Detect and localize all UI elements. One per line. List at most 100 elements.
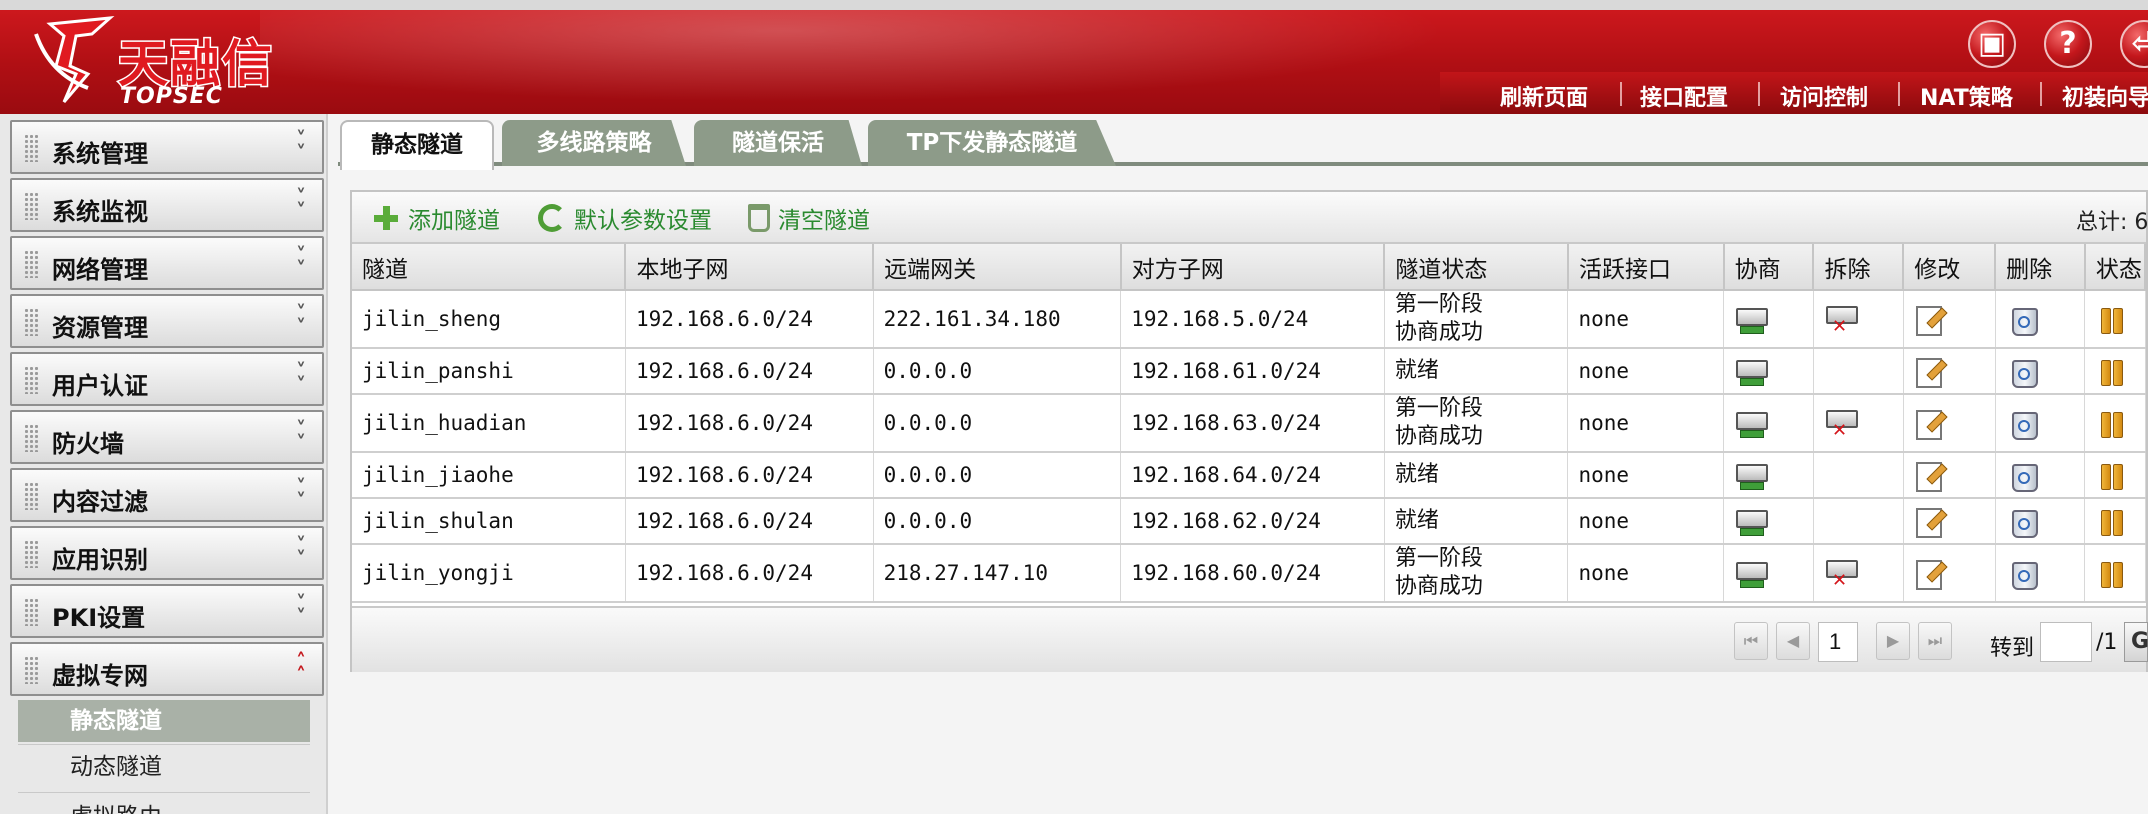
col-header-remote-gateway[interactable]: 远端网关 [873, 244, 1122, 291]
grip-icon [24, 598, 38, 626]
col-header-tunnel-status[interactable]: 隧道状态 [1384, 244, 1569, 291]
active-interface: none [1567, 452, 1725, 499]
table-row: jilin_yongji 192.168.6.0/24 218.27.147.1… [352, 544, 2146, 603]
page-number-input[interactable]: 1 [1818, 622, 1858, 662]
first-page-button[interactable]: ⏮ [1734, 622, 1768, 660]
go-button[interactable]: G [2124, 622, 2148, 662]
edit-icon[interactable] [1914, 460, 1948, 492]
tab-tunnel-keepalive[interactable]: 隧道保活 [694, 120, 862, 166]
status-line: 第一阶段 [1394, 292, 1483, 317]
sidebar-item-vpn[interactable]: 虚拟专网 ˄ ˄ [10, 642, 324, 696]
goto-page-input[interactable] [2040, 622, 2092, 662]
pause-icon[interactable] [2095, 408, 2129, 438]
sidebar-item-firewall[interactable]: 防火墙 ˅ ˅ [10, 410, 324, 464]
local-subnet: 192.168.6.0/24 [625, 290, 874, 349]
teardown-cell [1813, 452, 1904, 499]
sidebar-subitem-static-tunnel[interactable]: 静态隧道 [18, 700, 310, 742]
clear-tunnels-button[interactable]: 清空隧道 [748, 202, 870, 234]
local-subnet: 192.168.6.0/24 [625, 394, 874, 453]
col-header-peer-subnet[interactable]: 对方子网 [1120, 244, 1386, 291]
last-page-button[interactable]: ⏭ [1918, 622, 1952, 660]
modify-cell [1903, 498, 1996, 545]
tab-tp-static-tunnel[interactable]: TP下发静态隧道 [868, 120, 1116, 166]
default-params-button[interactable]: 默认参数设置 [538, 202, 712, 234]
nav-interface-config[interactable]: 接口配置 [1640, 80, 1728, 112]
col-header-tunnel[interactable]: 隧道 [352, 244, 627, 291]
nav-separator [1758, 82, 1760, 106]
sidebar-item-resource-management[interactable]: 资源管理 ˅ ˅ [10, 294, 324, 348]
delete-icon[interactable] [2006, 506, 2040, 538]
teardown-icon[interactable] [1824, 408, 1858, 441]
negotiate-icon[interactable] [1734, 356, 1769, 386]
logout-icon[interactable]: ⏎ [2120, 20, 2148, 68]
table-row: jilin_panshi 192.168.6.0/24 0.0.0.0 192.… [352, 348, 2146, 395]
teardown-icon[interactable] [1824, 304, 1858, 337]
refresh-icon [538, 204, 566, 232]
sidebar-item-user-auth[interactable]: 用户认证 ˅ ˅ [10, 352, 324, 406]
edit-icon[interactable] [1914, 304, 1948, 336]
sidebar-item-content-filter[interactable]: 内容过滤 ˅ ˅ [10, 468, 324, 522]
grip-icon [24, 656, 38, 684]
col-header-teardown: 拆除 [1813, 244, 1905, 291]
sidebar-item-pki-settings[interactable]: PKI设置 ˅ ˅ [10, 584, 324, 638]
sidebar-item-label: 内容过滤 [52, 488, 148, 516]
grip-icon [24, 192, 38, 220]
active-interface: none [1567, 544, 1725, 603]
sidebar-item-label: 应用识别 [52, 546, 148, 574]
delete-icon[interactable] [2006, 460, 2040, 492]
delete-icon[interactable] [2006, 408, 2040, 440]
nav-refresh-page[interactable]: 刷新页面 [1500, 80, 1588, 112]
local-subnet: 192.168.6.0/24 [625, 498, 874, 545]
modify-cell [1903, 544, 1996, 603]
delete-icon[interactable] [2006, 558, 2040, 590]
negotiate-icon[interactable] [1734, 460, 1769, 490]
pause-icon[interactable] [2095, 558, 2129, 588]
sidebar-item-system-management[interactable]: 系统管理 ˅ ˅ [10, 120, 324, 174]
nav-nat-policy[interactable]: NAT策略 [1920, 80, 2013, 112]
sidebar-subitem-dynamic-tunnel[interactable]: 动态隧道 [18, 746, 310, 788]
logo: 天融信 天融信 TOPSEC [30, 14, 290, 109]
prev-page-button[interactable]: ◀ [1776, 622, 1810, 660]
pause-icon[interactable] [2095, 304, 2129, 334]
col-header-local-subnet[interactable]: 本地子网 [625, 244, 875, 291]
sidebar-item-label: 系统监视 [52, 198, 148, 226]
save-icon[interactable]: ▣ [1968, 20, 2016, 68]
state-cell [2084, 394, 2146, 453]
sidebar-item-network-management[interactable]: 网络管理 ˅ ˅ [10, 236, 324, 290]
grip-icon [24, 366, 38, 394]
nav-access-control[interactable]: 访问控制 [1780, 80, 1868, 112]
help-icon[interactable]: ? [2044, 20, 2092, 68]
sidebar-item-app-identification[interactable]: 应用识别 ˅ ˅ [10, 526, 324, 580]
add-tunnel-button[interactable]: 添加隧道 [372, 202, 500, 234]
delete-icon[interactable] [2006, 304, 2040, 336]
col-header-active-interface[interactable]: 活跃接口 [1567, 244, 1725, 291]
edit-icon[interactable] [1914, 408, 1948, 440]
state-cell [2084, 290, 2146, 349]
active-interface: none [1567, 290, 1725, 349]
pause-icon[interactable] [2095, 356, 2129, 386]
tunnel-panel: 添加隧道 默认参数设置 清空隧道 总计: 6 隧道 本地子网 远端网关 对方子网… [350, 190, 2148, 672]
tab-multiline-policy[interactable]: 多线路策略 [502, 120, 686, 166]
delete-icon[interactable] [2006, 356, 2040, 388]
pause-icon[interactable] [2095, 460, 2129, 490]
negotiate-icon[interactable] [1734, 408, 1769, 438]
pause-icon[interactable] [2095, 506, 2129, 536]
nav-setup-wizard[interactable]: 初装向导 [2062, 80, 2148, 112]
negotiate-icon[interactable] [1734, 304, 1769, 334]
chevron-down-icon: ˅ ˅ [296, 591, 306, 629]
sidebar-subitem-virtual-router[interactable]: 虚拟路由 [18, 796, 310, 814]
negotiate-icon[interactable] [1734, 558, 1769, 588]
edit-icon[interactable] [1914, 558, 1948, 590]
teardown-icon[interactable] [1824, 558, 1858, 591]
next-page-button[interactable]: ▶ [1876, 622, 1910, 660]
remote-gateway: 218.27.147.10 [873, 544, 1122, 603]
modify-cell [1903, 290, 1996, 349]
sidebar-item-system-monitor[interactable]: 系统监视 ˅ ˅ [10, 178, 324, 232]
tab-static-tunnel[interactable]: 静态隧道 [340, 120, 494, 170]
teardown-cell [1813, 348, 1904, 395]
edit-icon[interactable] [1914, 506, 1948, 538]
header-decoration [260, 10, 1560, 114]
edit-icon[interactable] [1914, 356, 1948, 388]
chevron-down-icon: ˅ ˅ [296, 127, 306, 165]
negotiate-icon[interactable] [1734, 506, 1769, 536]
